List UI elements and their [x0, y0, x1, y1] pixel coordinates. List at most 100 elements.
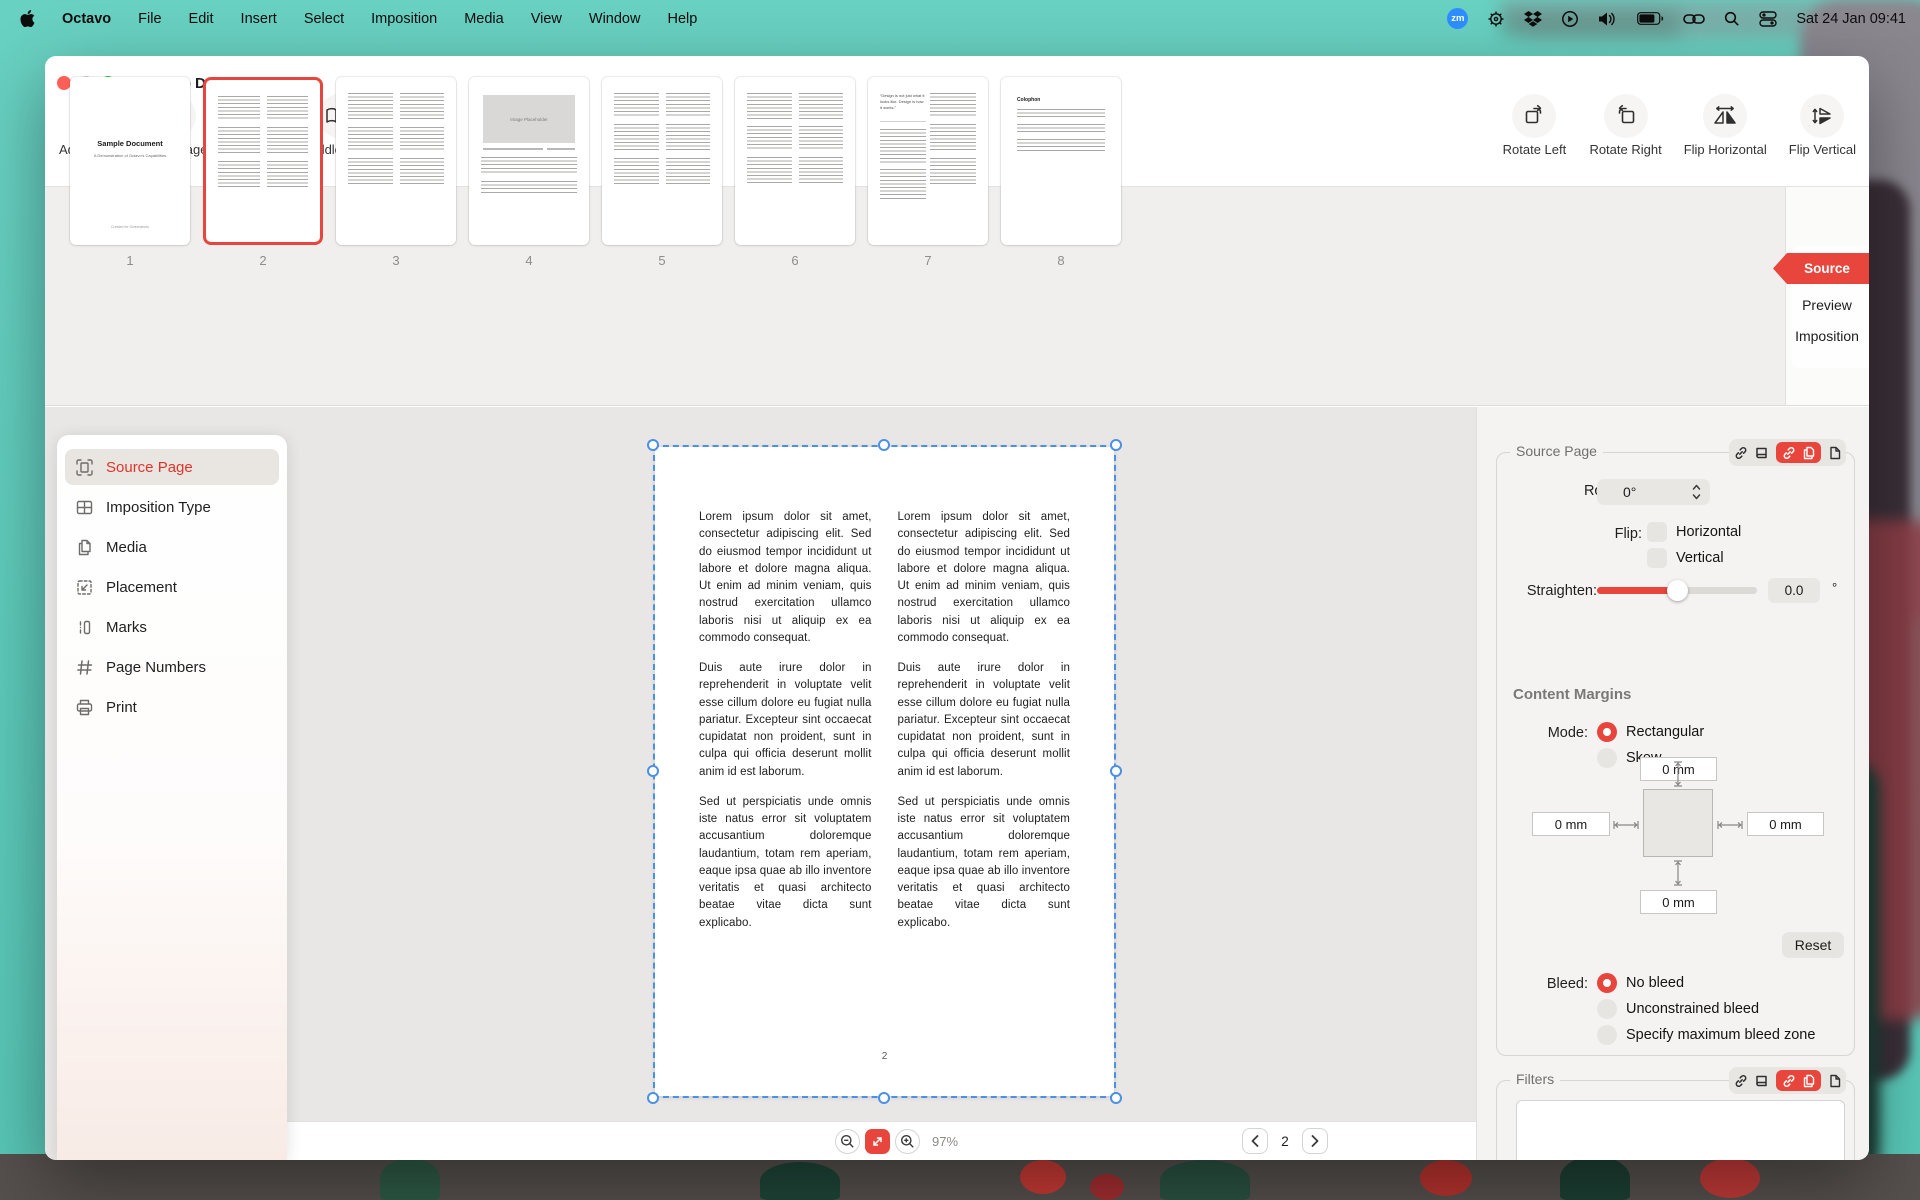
next-page-button[interactable]: [1302, 1128, 1328, 1154]
margin-bottom-field[interactable]: 0 mm: [1640, 890, 1717, 914]
selected-scope-segment[interactable]: [1776, 442, 1821, 463]
paragraph: Lorem ipsum dolor sit amet, consectetur …: [898, 509, 1071, 647]
menu-media[interactable]: Media: [464, 11, 504, 27]
rotate-right-label: Rotate Right: [1589, 142, 1661, 157]
thumbnail-page-1[interactable]: Sample Document A Demonstration of Octav…: [70, 77, 190, 245]
scope-segmented-control[interactable]: [1729, 439, 1846, 466]
sidebar-item-source-page[interactable]: Source Page: [65, 449, 279, 485]
wallpaper-flower: [1420, 1160, 1472, 1196]
thumbnail-page-7[interactable]: “Design is not just what it looks like. …: [868, 77, 988, 245]
document-page[interactable]: Lorem ipsum dolor sit amet, consectetur …: [655, 447, 1114, 1096]
menu-window[interactable]: Window: [589, 11, 641, 27]
menu-insert[interactable]: Insert: [241, 11, 277, 27]
no-bleed-option[interactable]: No bleed: [1626, 975, 1684, 991]
straighten-slider[interactable]: [1597, 587, 1757, 594]
thumbnail-page-5[interactable]: [602, 77, 722, 245]
tab-preview[interactable]: Preview: [1785, 293, 1869, 317]
thumb8-heading: Colophon: [1017, 97, 1040, 103]
helm-icon[interactable]: [1487, 10, 1505, 28]
hotspot-link-icon[interactable]: [1683, 12, 1705, 26]
pages-icon: [1802, 446, 1815, 460]
mode-rectangular-radio[interactable]: [1597, 722, 1617, 742]
flip-vertical-option[interactable]: Vertical: [1676, 550, 1724, 566]
menu-file[interactable]: File: [138, 11, 161, 27]
sidebar-item-print[interactable]: Print: [65, 689, 279, 725]
sidebar-item-marks[interactable]: Marks: [65, 609, 279, 645]
flip-vertical-checkbox[interactable]: [1647, 548, 1667, 568]
play-circle-icon[interactable]: [1561, 10, 1579, 28]
paragraph: Sed ut perspiciatis unde omnis iste natu…: [898, 794, 1071, 932]
previous-page-button[interactable]: [1242, 1128, 1268, 1154]
print-icon: [75, 698, 94, 717]
selection-handle-nw[interactable]: [647, 439, 659, 451]
sidebar-item-media[interactable]: Media: [65, 529, 279, 565]
specify-bleed-option[interactable]: Specify maximum bleed zone: [1626, 1027, 1815, 1043]
thumbnail-slot-1: Sample Document A Demonstration of Octav…: [70, 77, 190, 268]
reset-button[interactable]: Reset: [1782, 932, 1844, 958]
straighten-value-field[interactable]: 0.0: [1768, 578, 1820, 603]
margin-right-field[interactable]: 0 mm: [1747, 812, 1824, 836]
menu-clock[interactable]: Sat 24 Jan 09:41: [1796, 11, 1906, 27]
rotation-dropdown[interactable]: 0°: [1597, 479, 1710, 505]
thumbnail-page-4[interactable]: Image Placeholder: [469, 77, 589, 245]
sidebar-item-placement[interactable]: Placement: [65, 569, 279, 605]
spotlight-search-icon[interactable]: [1724, 11, 1740, 27]
page-column-right: Lorem ipsum dolor sit amet, consectetur …: [898, 509, 1071, 945]
scope-segmented-control[interactable]: [1729, 1067, 1846, 1094]
degree-suffix: °: [1832, 580, 1837, 595]
menu-select[interactable]: Select: [304, 11, 344, 27]
margin-left-field[interactable]: 0 mm: [1532, 812, 1610, 836]
volume-icon[interactable]: [1598, 11, 1618, 27]
tab-source[interactable]: Source: [1773, 253, 1869, 284]
selection-handle-n[interactable]: [878, 439, 890, 451]
selection-handle-w[interactable]: [647, 765, 659, 777]
selection-handle-se[interactable]: [1110, 1092, 1122, 1104]
flip-vertical-button[interactable]: Flip Vertical: [1785, 94, 1860, 157]
no-bleed-radio[interactable]: [1597, 973, 1617, 993]
menu-help[interactable]: Help: [667, 11, 697, 27]
specify-bleed-radio[interactable]: [1597, 1025, 1617, 1045]
flip-horizontal-option[interactable]: Horizontal: [1676, 524, 1741, 540]
menu-view[interactable]: View: [531, 11, 562, 27]
selected-scope-segment[interactable]: [1776, 1070, 1821, 1091]
selection-handle-e[interactable]: [1110, 765, 1122, 777]
flip-horizontal-checkbox[interactable]: [1647, 522, 1667, 542]
sidebar-item-page-numbers[interactable]: Page Numbers: [65, 649, 279, 685]
apple-menu-icon[interactable]: [20, 10, 35, 27]
rotate-left-button[interactable]: Rotate Left: [1497, 94, 1571, 157]
zoom-in-button[interactable]: [895, 1129, 920, 1154]
thumbnail-page-2-selected[interactable]: [203, 77, 323, 245]
selection-handle-sw[interactable]: [647, 1092, 659, 1104]
thumbnail-page-6[interactable]: [735, 77, 855, 245]
mode-rectangular-option[interactable]: Rectangular: [1626, 724, 1704, 740]
zoom-fit-button[interactable]: [865, 1129, 890, 1154]
paragraph: Duis aute irure dolor in reprehenderit i…: [898, 660, 1071, 781]
flip-horizontal-button[interactable]: Flip Horizontal: [1680, 94, 1771, 157]
battery-icon[interactable]: [1637, 12, 1664, 25]
menu-app-name[interactable]: Octavo: [62, 11, 111, 27]
menu-edit[interactable]: Edit: [189, 11, 214, 27]
rotate-right-button[interactable]: Rotate Right: [1585, 94, 1665, 157]
thumb-number: 3: [336, 253, 456, 268]
close-button[interactable]: [57, 76, 71, 90]
zoom-out-button[interactable]: [835, 1129, 860, 1154]
sidebar-label: Media: [106, 539, 147, 556]
control-center-icon[interactable]: [1759, 11, 1777, 27]
mode-skew-radio[interactable]: [1597, 748, 1617, 768]
dropbox-icon[interactable]: [1524, 11, 1542, 27]
thumbnail-page-8[interactable]: Colophon: [1001, 77, 1121, 245]
sidebar-item-imposition-type[interactable]: Imposition Type: [65, 489, 279, 525]
unconstrained-bleed-radio[interactable]: [1597, 999, 1617, 1019]
thumbnail-slot-8: Colophon 8: [1001, 77, 1121, 268]
tab-imposition[interactable]: Imposition: [1785, 324, 1869, 348]
bleed-label: Bleed:: [1483, 976, 1588, 992]
menu-imposition[interactable]: Imposition: [371, 11, 437, 27]
thumb1-footer: Created for Screenshots: [70, 225, 190, 229]
selection-handle-ne[interactable]: [1110, 439, 1122, 451]
zoom-app-icon[interactable]: zm: [1447, 8, 1468, 29]
unconstrained-bleed-option[interactable]: Unconstrained bleed: [1626, 1001, 1759, 1017]
thumbnail-page-3[interactable]: [336, 77, 456, 245]
selection-handle-s[interactable]: [878, 1092, 890, 1104]
filters-list[interactable]: [1516, 1100, 1845, 1160]
slider-thumb[interactable]: [1667, 580, 1688, 601]
